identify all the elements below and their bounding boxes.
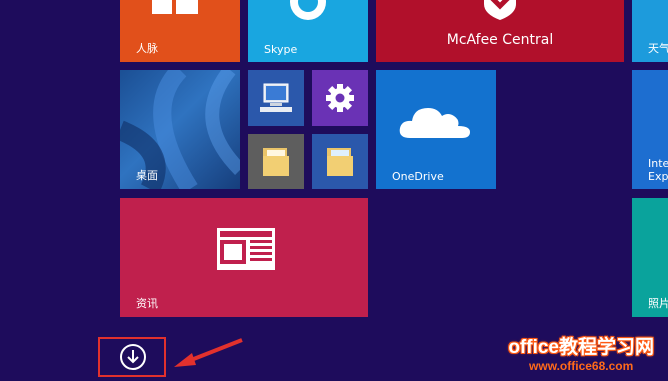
- tile-computer[interactable]: [248, 70, 304, 126]
- tile-label: 天气: [648, 42, 668, 55]
- people-icon: [152, 0, 198, 14]
- tile-skype[interactable]: Skype: [248, 0, 368, 62]
- tile-people[interactable]: 人脉: [120, 0, 240, 62]
- tile-desktop[interactable]: 桌面: [120, 70, 240, 189]
- watermark-title: office教程学习网: [508, 337, 654, 358]
- cloud-icon: [399, 108, 470, 138]
- callout-arrow-icon: [174, 338, 243, 367]
- tile-label: 人脉: [136, 42, 158, 55]
- arrow-down-circle-icon: [127, 350, 139, 364]
- watermark: office教程学习网 www.office68.com: [508, 332, 654, 373]
- tile-weather[interactable]: 天气: [632, 0, 668, 62]
- tile-label: McAfee Central: [446, 32, 554, 48]
- tile-internet-explorer[interactable]: Inte Exp: [632, 70, 668, 189]
- tile-label: 照片: [648, 297, 668, 310]
- tile-photos[interactable]: 照片: [632, 198, 668, 317]
- tile-settings[interactable]: [312, 70, 368, 126]
- internet-explorer-icon: [656, 92, 668, 142]
- tile-file-explorer[interactable]: [248, 134, 304, 189]
- watermark-url: www.office68.com: [529, 359, 634, 373]
- tile-label: OneDrive: [392, 170, 444, 183]
- tile-label-line2: Exp: [648, 170, 668, 183]
- tile-photos-folder[interactable]: [312, 134, 368, 189]
- folder-icon: [263, 148, 289, 176]
- skype-icon: [290, 0, 326, 20]
- tile-news[interactable]: 资讯: [120, 198, 368, 317]
- all-apps-button[interactable]: [120, 344, 146, 370]
- mcafee-shield-icon: [484, 0, 516, 20]
- tile-mcafee[interactable]: McAfee Central: [376, 0, 624, 62]
- tile-onedrive[interactable]: OneDrive: [376, 70, 496, 189]
- computer-icon: [260, 83, 292, 112]
- tile-label-line1: Inte: [648, 157, 668, 170]
- tile-label: Inte Exp: [648, 157, 668, 183]
- tile-label: 资讯: [136, 297, 158, 310]
- all-apps-button-highlight: [98, 337, 166, 377]
- tile-label: 桌面: [136, 169, 158, 182]
- tile-label: Skype: [264, 43, 298, 56]
- newspaper-icon: [217, 228, 275, 270]
- folder-icon: [327, 148, 353, 176]
- gear-icon: [326, 84, 354, 112]
